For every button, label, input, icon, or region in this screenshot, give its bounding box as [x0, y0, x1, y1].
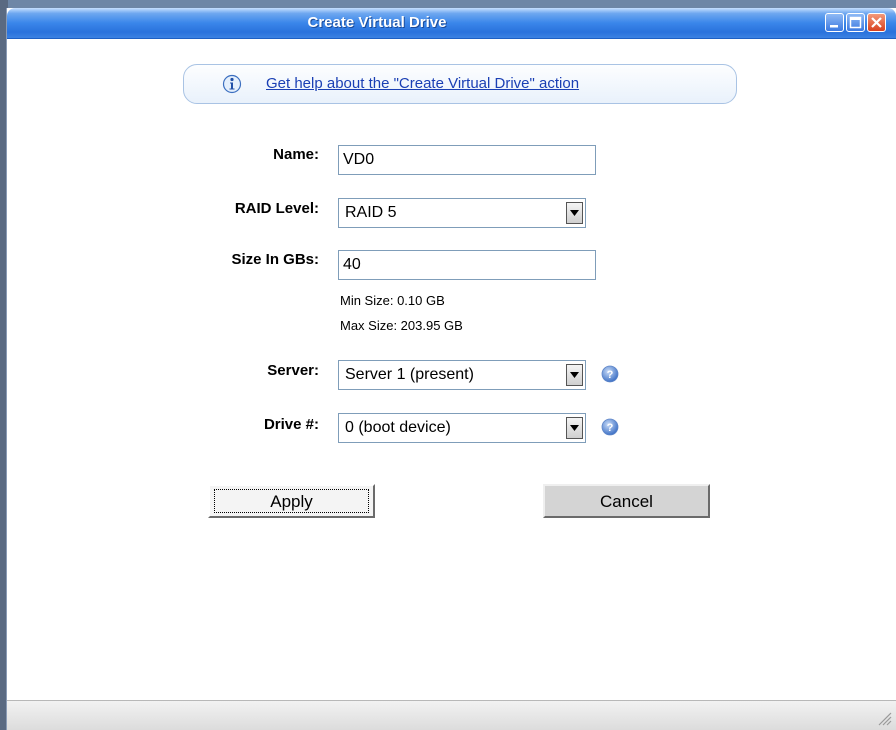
minimize-icon [830, 25, 838, 28]
drive-help-icon[interactable]: ? [601, 418, 619, 436]
apply-button[interactable]: Apply [208, 484, 375, 518]
title-bar[interactable]: Create Virtual Drive [7, 8, 896, 39]
name-input[interactable]: VD0 [338, 145, 596, 175]
server-value: Server 1 (present) [345, 366, 474, 383]
resize-grip-icon[interactable] [876, 710, 892, 726]
max-size-hint: Max Size: 203.95 GB [340, 318, 463, 333]
help-link[interactable]: Get help about the "Create Virtual Drive… [266, 75, 579, 92]
info-icon [222, 74, 242, 94]
chevron-down-icon[interactable] [566, 364, 583, 386]
raid-level-value: RAID 5 [345, 204, 397, 221]
server-select[interactable]: Server 1 (present) [338, 360, 586, 390]
name-label: Name: [273, 146, 319, 163]
size-label: Size In GBs: [231, 251, 319, 268]
cancel-button-label: Cancel [600, 492, 653, 511]
svg-text:?: ? [607, 422, 614, 434]
status-bar [7, 700, 896, 730]
server-help-icon[interactable]: ? [601, 365, 619, 383]
maximize-button[interactable] [846, 13, 865, 32]
raid-level-select[interactable]: RAID 5 [338, 198, 586, 228]
create-virtual-drive-dialog: Create Virtual Drive Get help about the … [6, 8, 896, 730]
minimize-button[interactable] [825, 13, 844, 32]
chevron-down-icon[interactable] [566, 202, 583, 224]
drive-label: Drive #: [263, 416, 319, 433]
chevron-down-icon[interactable] [566, 417, 583, 439]
drive-select[interactable]: 0 (boot device) [338, 413, 586, 443]
close-button[interactable] [867, 13, 886, 32]
raid-level-label: RAID Level: [234, 200, 319, 217]
close-icon [871, 17, 882, 28]
server-label: Server: [267, 362, 319, 379]
maximize-icon [849, 16, 862, 29]
min-size-hint: Min Size: 0.10 GB [340, 293, 445, 308]
window-title: Create Virtual Drive [307, 14, 447, 31]
svg-text:?: ? [607, 369, 614, 381]
help-banner: Get help about the "Create Virtual Drive… [183, 64, 737, 104]
size-input[interactable]: 40 [338, 250, 596, 280]
cancel-button[interactable]: Cancel [543, 484, 710, 518]
drive-value: 0 (boot device) [345, 419, 451, 436]
focus-ring [214, 489, 369, 513]
